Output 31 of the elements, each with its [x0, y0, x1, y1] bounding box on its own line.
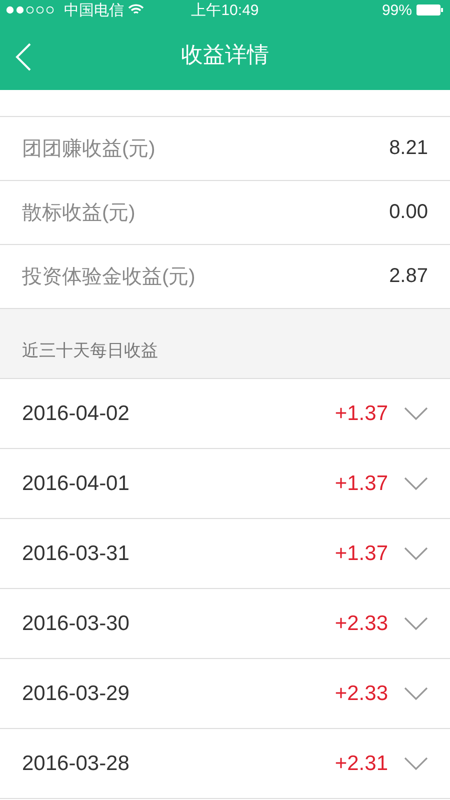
- battery-icon: [416, 4, 444, 16]
- income-date: 2016-04-02: [22, 402, 130, 426]
- status-time: 上午10:49: [191, 2, 259, 19]
- chevron-icon[interactable]: [404, 616, 428, 630]
- chevron-icon[interactable]: [404, 546, 428, 560]
- income-label: 团团赚收益(元): [22, 137, 156, 162]
- income-amount: +1.37: [334, 472, 388, 496]
- income-label: 散标收益(元): [22, 201, 136, 226]
- wifi-icon: [128, 4, 144, 16]
- section-heading: 近三十天每日收益: [22, 340, 158, 362]
- income-amount: +2.33: [334, 682, 388, 706]
- income-date: 2016-04-01: [22, 472, 130, 496]
- income-amount: +1.37: [334, 542, 388, 566]
- income-amount: +2.33: [334, 612, 388, 636]
- chevron-icon[interactable]: [404, 686, 428, 700]
- income-value: 2.87: [389, 265, 428, 288]
- chevron-icon[interactable]: [404, 756, 428, 770]
- chevron-icon[interactable]: [404, 476, 428, 490]
- income-value: 8.21: [389, 137, 428, 160]
- income-date: 2016-03-29: [22, 682, 130, 706]
- income-value: 0.00: [389, 201, 428, 224]
- chevron-icon[interactable]: [404, 406, 428, 420]
- income-label: 投资体验金收益(元): [22, 265, 196, 290]
- carrier-name: 中国电信: [64, 0, 124, 20]
- income-date: 2016-03-31: [22, 542, 130, 566]
- page-title: 收益详情: [181, 42, 269, 67]
- income-date: 2016-03-28: [22, 752, 130, 776]
- income-amount: +1.37: [334, 402, 388, 426]
- income-date: 2016-03-30: [22, 612, 130, 636]
- battery-percent: 99%: [382, 2, 412, 18]
- income-amount: +2.31: [334, 752, 388, 776]
